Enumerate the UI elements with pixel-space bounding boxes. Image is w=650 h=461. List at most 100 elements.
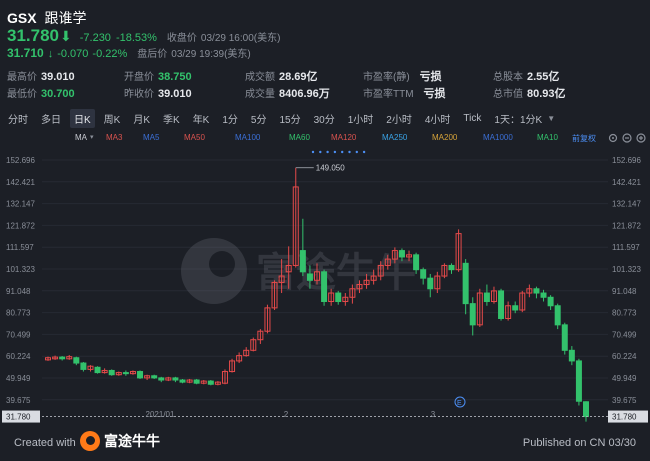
- tab-4hour[interactable]: 4小时: [421, 109, 455, 128]
- watermark-logo-inner: [209, 251, 235, 277]
- after-hours-label: 盘后价: [137, 49, 168, 60]
- candle-down: [469, 303, 476, 326]
- candle-down: [554, 305, 561, 326]
- y-tick-label: 142.421: [6, 178, 35, 187]
- candle-down: [172, 377, 179, 381]
- x-axis: 2021/01 2 3: [146, 410, 436, 419]
- y-tick-label: 142.421: [612, 178, 641, 187]
- y-tick-label: 60.224: [612, 352, 637, 361]
- y-tick-label: 91.048: [612, 287, 637, 296]
- dividend-dot: [341, 150, 344, 154]
- tab-monthly-k[interactable]: 月K: [129, 109, 154, 128]
- candle-down: [462, 262, 469, 305]
- y-axis-right: 152.696 142.421 132.147 121.872 111.597 101.3…: [612, 156, 641, 422]
- candle-down: [420, 269, 427, 279]
- current-price-label: 31.780: [612, 413, 637, 422]
- candle-down: [427, 277, 434, 290]
- ma-legend-item: MA3: [106, 133, 123, 142]
- published-label: Published on CN 03/30: [522, 437, 636, 449]
- candle-down: [158, 377, 165, 381]
- max-price-label: 149.050: [316, 164, 345, 173]
- chart-tools: [608, 133, 646, 143]
- candle-down: [321, 271, 328, 303]
- y-tick-label: 111.597: [612, 243, 640, 252]
- candle-down: [179, 379, 186, 383]
- tab-timeshare[interactable]: 分时: [4, 109, 32, 128]
- candle-down: [73, 357, 80, 364]
- brand-name: 富途牛牛: [104, 433, 160, 449]
- y-tick-label: 152.696: [612, 156, 641, 165]
- ticker-title: GSX 跟谁学: [7, 8, 86, 28]
- footer: Created with 富途牛牛 Published on CN 03/30: [0, 423, 650, 461]
- zoom-in-icon[interactable]: [636, 133, 646, 143]
- stat-high: 最高价 39.010: [7, 71, 75, 83]
- stat-low: 最低价 30.700: [7, 88, 75, 100]
- adjust-mode[interactable]: 前复权: [572, 133, 596, 144]
- chevron-down-icon[interactable]: ▾: [90, 133, 94, 141]
- y-tick-label: 152.696: [6, 156, 35, 165]
- symbol: GSX: [7, 10, 37, 26]
- candle-down: [94, 366, 101, 374]
- tab-quarterly-k[interactable]: 季K: [159, 109, 184, 128]
- y-tick-label: 91.048: [6, 287, 31, 296]
- current-price-label: 31.780: [6, 413, 31, 422]
- tab-30min[interactable]: 30分: [310, 109, 339, 128]
- y-tick-label: 101.323: [612, 265, 641, 274]
- x-tick-label: 2: [284, 410, 289, 419]
- settings-icon[interactable]: [608, 133, 618, 143]
- dividend-dot: [319, 150, 322, 154]
- price-row: 31.780 ⬇ -7.230 -18.53% 收盘价 03/29 16:00(…: [7, 26, 280, 46]
- ma-selector[interactable]: MA: [75, 133, 87, 142]
- candle-down: [483, 292, 490, 303]
- tab-1hour[interactable]: 1小时: [344, 109, 378, 128]
- candle-down: [207, 380, 214, 385]
- candle-down: [80, 362, 87, 370]
- tab-15min[interactable]: 15分: [275, 109, 304, 128]
- stat-pe-static: 市盈率(静) 亏损: [363, 71, 442, 83]
- company-name: 跟谁学: [44, 10, 87, 26]
- after-hours-change: -0.070: [57, 48, 89, 60]
- candle-down: [498, 290, 505, 319]
- tab-yearly-k[interactable]: 年K: [189, 109, 214, 128]
- ma-legend-item: MA120: [331, 133, 357, 142]
- stat-volume: 成交量 8406.96万: [245, 88, 330, 100]
- tab-5min[interactable]: 5分: [247, 109, 271, 128]
- ma-legend-item: MA5: [143, 133, 160, 142]
- candlestick-chart[interactable]: 富途牛牛 152.696142.421132.147121.872111.597…: [0, 146, 650, 423]
- zoom-out-icon[interactable]: [622, 133, 632, 143]
- candle-down: [547, 296, 554, 307]
- y-tick-label: 80.773: [612, 309, 637, 318]
- candle-down: [561, 324, 568, 351]
- stat-turnover: 成交额 28.69亿: [245, 71, 318, 83]
- stats-grid: 最高价 39.010 开盘价 38.750 成交额 28.69亿 市盈率(静) 亏损 总…: [7, 68, 647, 102]
- after-hours-row: 31.710 ↓ -0.070 -0.22% 盘后价 03/29 19:39(美…: [7, 45, 251, 60]
- period-tabs: 分时 多日 日K 周K 月K 季K 年K 1分 5分 15分 30分 1小时 2…: [0, 108, 650, 128]
- candle-down: [335, 292, 342, 303]
- candle-down: [59, 356, 66, 360]
- ma-legend-item: MA10: [537, 133, 558, 142]
- y-tick-label: 60.224: [6, 352, 31, 361]
- tab-daily-k[interactable]: 日K: [70, 108, 95, 128]
- candle-down: [108, 369, 115, 376]
- close-time: 03/29 16:00(美东): [200, 33, 281, 44]
- candle-down: [306, 273, 313, 281]
- candle-down: [448, 264, 455, 271]
- y-tick-label: 121.872: [6, 221, 35, 230]
- y-tick-label: 132.147: [612, 200, 641, 209]
- down-arrow-small-icon: ↓: [47, 48, 54, 60]
- tab-weekly-k[interactable]: 周K: [100, 109, 125, 128]
- tab-1day-1min[interactable]: 1天：1分K: [490, 109, 546, 128]
- y-tick-label: 70.499: [612, 330, 637, 339]
- chevron-down-icon[interactable]: ▼: [547, 114, 555, 123]
- after-hours-change-pct: -0.22%: [92, 48, 128, 60]
- ma-legend-item: MA50: [184, 133, 205, 142]
- dividend-dot: [362, 150, 366, 154]
- down-arrow-icon: ⬇: [60, 28, 72, 44]
- tab-2hour[interactable]: 2小时: [382, 109, 416, 128]
- ma-legend-item: MA60: [289, 133, 310, 142]
- tab-tick[interactable]: Tick: [459, 111, 485, 126]
- futu-logo-icon: [80, 431, 100, 451]
- candle-down: [122, 372, 129, 375]
- tab-multi-day[interactable]: 多日: [37, 109, 65, 128]
- tab-1min[interactable]: 1分: [218, 109, 242, 128]
